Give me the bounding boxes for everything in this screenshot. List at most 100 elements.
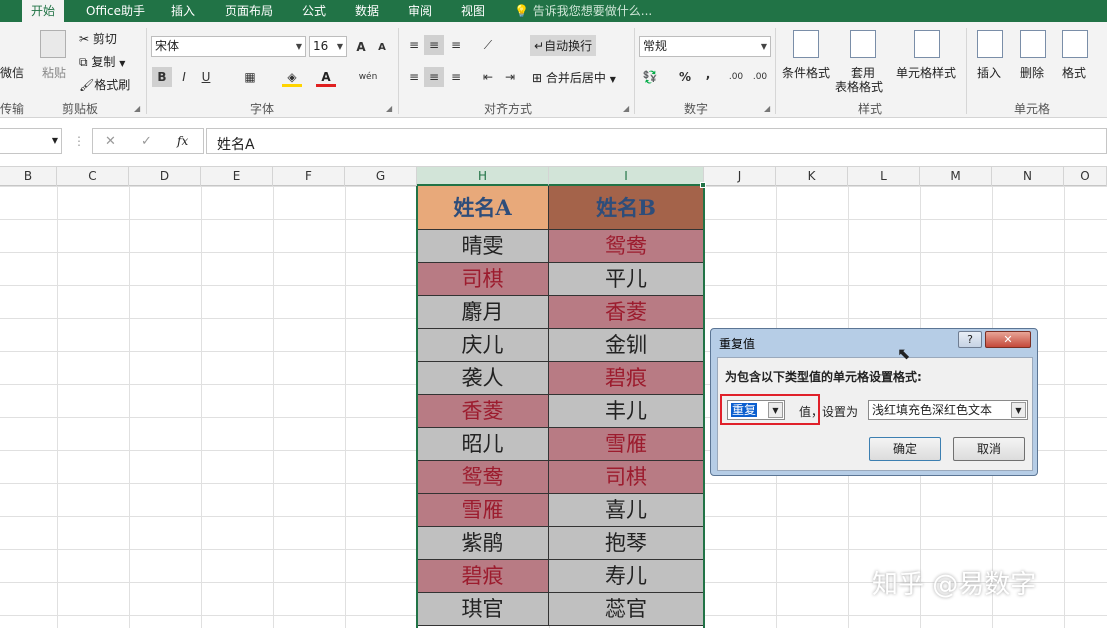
grow-font-button[interactable]: A [351,37,371,57]
table-cell-a[interactable]: 袭人 [417,362,549,395]
font-size-combo[interactable]: 16 ▼ [309,36,347,57]
column-header[interactable]: I [549,167,704,186]
alignment-launcher-icon[interactable]: ◢ [623,104,629,113]
column-header[interactable]: L [848,167,920,186]
column-header[interactable]: C [57,167,129,186]
fill-color-icon[interactable]: ◈ [282,67,302,87]
decrease-decimal-button[interactable]: .00 [750,67,770,87]
currency-icon[interactable]: 💱 [640,67,660,87]
table-cell-a[interactable]: 碧痕 [417,560,549,593]
column-header[interactable]: M [920,167,992,186]
enter-icon[interactable]: ✓ [141,134,152,149]
tab-home[interactable]: 开始 [22,0,65,22]
column-header[interactable]: G [345,167,417,186]
table-cell-a[interactable]: 紫鹃 [417,527,549,560]
function-icon[interactable]: fx [177,134,188,148]
table-cell-b[interactable]: 鸳鸯 [549,230,704,263]
table-cell-b[interactable]: 喜儿 [549,494,704,527]
wechat-button[interactable]: 微信 [0,64,24,81]
align-right-icon[interactable]: ≡ [446,67,466,87]
cancel-icon[interactable]: ✕ [105,134,116,149]
column-header[interactable]: O [1064,167,1107,186]
decrease-indent-icon[interactable]: ⇤ [478,67,498,87]
cut-button[interactable]: ✂ 剪切 [79,30,117,47]
fill-handle[interactable] [700,182,706,188]
table-cell-a[interactable]: 雪雁 [417,494,549,527]
align-middle-icon[interactable]: ≡ [424,35,444,55]
align-center-icon[interactable]: ≡ [424,67,444,87]
merge-center-button[interactable]: ⊞ 合并后居中 ▼ [532,69,616,86]
format-button[interactable]: 格式 [1062,64,1086,81]
header-cell-a[interactable]: 姓名A [417,186,549,230]
table-format-button-2[interactable]: 表格格式 [835,78,883,95]
clipboard-launcher-icon[interactable]: ◢ [134,104,140,113]
conditional-format-icon[interactable] [793,30,819,58]
align-left-icon[interactable]: ≡ [404,67,424,87]
table-cell-b[interactable]: 香菱 [549,296,704,329]
format-cells-icon[interactable] [1062,30,1088,58]
column-header[interactable]: F [273,167,345,186]
paste-icon[interactable] [40,30,66,58]
header-cell-b[interactable]: 姓名B [549,186,704,230]
insert-cells-icon[interactable] [977,30,1003,58]
tab-data[interactable]: 数据 [355,0,379,22]
table-cell-a[interactable]: 晴雯 [417,230,549,263]
number-format-combo[interactable]: 常规 ▼ [639,36,771,57]
table-cell-b[interactable]: 寿儿 [549,560,704,593]
table-cell-b[interactable]: 雪雁 [549,428,704,461]
cancel-button[interactable]: 取消 [953,437,1025,461]
font-launcher-icon[interactable]: ◢ [386,104,392,113]
table-format-icon[interactable] [850,30,876,58]
phonetic-button[interactable]: wén [358,67,378,87]
table-cell-a[interactable]: 庆儿 [417,329,549,362]
borders-icon[interactable]: ▦ [240,67,260,87]
underline-button[interactable]: U [196,67,216,87]
tab-formulas[interactable]: 公式 [302,0,326,22]
column-header[interactable]: H [417,167,549,186]
percent-button[interactable]: % [675,67,695,87]
orientation-icon[interactable]: ⟋ [478,35,498,55]
cell-styles-button[interactable]: 单元格样式 [896,64,956,81]
table-cell-b[interactable]: 碧痕 [549,362,704,395]
table-cell-a[interactable]: 琪官 [417,593,549,626]
tab-view[interactable]: 视图 [461,0,485,22]
tab-office-assistant[interactable]: Office助手 [86,0,145,22]
font-name-combo[interactable]: 宋体 ▼ [151,36,306,57]
column-header[interactable]: E [201,167,273,186]
table-cell-b[interactable]: 抱琴 [549,527,704,560]
table-cell-b[interactable]: 金钏 [549,329,704,362]
column-header[interactable]: B [0,167,57,186]
table-cell-a[interactable]: 司棋 [417,263,549,296]
table-cell-b[interactable]: 丰儿 [549,395,704,428]
paste-button[interactable]: 粘贴 [42,64,66,81]
delete-button[interactable]: 删除 [1020,64,1044,81]
formula-input[interactable]: 姓名A [206,128,1107,154]
close-button[interactable]: ✕ [985,331,1031,348]
align-top-icon[interactable]: ≡ [404,35,424,55]
italic-button[interactable]: I [174,67,194,87]
delete-cells-icon[interactable] [1020,30,1046,58]
column-header[interactable]: N [992,167,1064,186]
column-header[interactable]: J [704,167,776,186]
table-cell-b[interactable]: 蕊官 [549,593,704,626]
table-cell-a[interactable]: 香菱 [417,395,549,428]
help-button[interactable]: ? [958,331,982,348]
align-bottom-icon[interactable]: ≡ [446,35,466,55]
name-box[interactable]: ▼ [0,128,62,154]
tell-me-box[interactable]: 💡 告诉我您想要做什么... [514,0,652,22]
table-cell-a[interactable]: 鸳鸯 [417,461,549,494]
format-select[interactable]: 浅红填充色深红色文本 ▼ [868,400,1028,420]
table-cell-b[interactable]: 司棋 [549,461,704,494]
bold-button[interactable]: B [152,67,172,87]
tab-review[interactable]: 审阅 [408,0,432,22]
wrap-text-button[interactable]: ↵自动换行 [530,35,597,56]
column-header[interactable]: K [776,167,848,186]
column-header[interactable]: D [129,167,201,186]
table-cell-a[interactable]: 麝月 [417,296,549,329]
tab-page-layout[interactable]: 页面布局 [225,0,273,22]
conditional-format-button[interactable]: 条件格式 [782,64,830,81]
tab-insert[interactable]: 插入 [171,0,195,22]
font-color-icon[interactable]: A [316,67,336,87]
increase-indent-icon[interactable]: ⇥ [500,67,520,87]
copy-button[interactable]: ⧉ 复制 ▼ [79,53,125,70]
